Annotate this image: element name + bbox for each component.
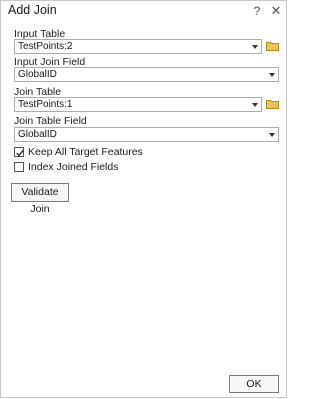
join-table-value: TestPoints:1 <box>18 99 73 110</box>
chevron-down-icon[interactable] <box>269 133 275 137</box>
add-join-dialog: Add Join ? ✕ Input Table TestPoints:2 In… <box>0 0 287 398</box>
join-table-select[interactable]: TestPoints:1 <box>14 97 262 112</box>
help-icon[interactable]: ? <box>249 2 265 20</box>
dialog-title: Add Join <box>8 3 57 17</box>
chevron-down-icon[interactable] <box>252 45 258 49</box>
title-bar: Add Join ? ✕ <box>1 1 286 23</box>
checkbox-box[interactable] <box>14 147 24 157</box>
input-table-select[interactable]: TestPoints:2 <box>14 39 262 54</box>
chevron-down-icon[interactable] <box>269 73 275 77</box>
validate-join-button[interactable]: Validate Join <box>11 183 69 215</box>
keep-all-target-features-label: Keep All Target Features <box>28 146 143 158</box>
index-joined-fields-label: Index Joined Fields <box>28 161 119 173</box>
ok-button[interactable]: OK <box>229 375 279 393</box>
input-join-field-value: GlobalID <box>18 69 57 80</box>
input-table-value: TestPoints:2 <box>18 41 73 52</box>
chevron-down-icon[interactable] <box>252 103 258 107</box>
join-table-field-label: Join Table Field <box>14 115 87 127</box>
folder-icon[interactable] <box>266 99 279 109</box>
checkbox-box[interactable] <box>14 162 24 172</box>
close-icon[interactable]: ✕ <box>268 2 284 20</box>
join-table-field-value: GlobalID <box>18 129 57 140</box>
input-join-field-select[interactable]: GlobalID <box>14 67 279 82</box>
folder-icon[interactable] <box>266 41 279 51</box>
checkmark-icon <box>16 149 24 157</box>
join-table-field-select[interactable]: GlobalID <box>14 127 279 142</box>
